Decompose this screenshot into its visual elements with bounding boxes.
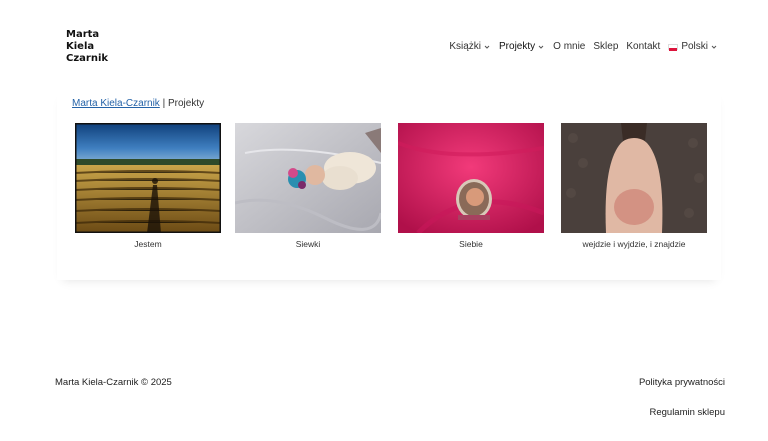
site-logo[interactable]: Marta Kiela Czarnik [66, 29, 126, 65]
project-tile[interactable]: Siebie [398, 123, 544, 249]
project-tile[interactable]: Jestem [75, 123, 221, 249]
nav-item-ksiazki[interactable]: Książki [449, 41, 491, 52]
shop-terms-link[interactable]: Regulamin sklepu [649, 407, 725, 418]
breadcrumb-home-link[interactable]: Marta Kiela-Czarnik [72, 98, 160, 109]
nav-item-o-mnie[interactable]: O mnie [553, 41, 585, 52]
mirror-pink-photo[interactable] [398, 123, 544, 233]
language-switcher[interactable]: Polski [668, 41, 718, 52]
language-label: Polski [681, 41, 708, 52]
logo-line-3: Czarnik [66, 53, 109, 64]
logo-line-1: Marta [66, 29, 100, 40]
chevron-down-icon [711, 45, 717, 49]
breadcrumb: Marta Kiela-Czarnik | Projekty [72, 98, 204, 109]
project-caption[interactable]: Siebie [398, 239, 544, 249]
nav-item-label: Kontakt [626, 41, 661, 52]
nav-item-kontakt[interactable]: Kontakt [626, 41, 660, 52]
nav-item-label: Książki [449, 41, 482, 52]
project-caption[interactable]: wejdzie i wyjdzie, i znajdzie [561, 239, 707, 249]
lying-figure-photo[interactable] [235, 123, 381, 233]
nav-item-projekty[interactable]: Projekty [499, 41, 545, 52]
nav-item-label: Projekty [499, 41, 536, 52]
field-shadow-photo[interactable] [75, 123, 221, 233]
footer-copyright: Marta Kiela-Czarnik © 2025 [55, 377, 172, 388]
back-mark-photo[interactable] [561, 123, 707, 233]
nav-item-label: O mnie [553, 41, 586, 52]
project-caption[interactable]: Jestem [75, 239, 221, 249]
breadcrumb-separator: | [162, 98, 166, 109]
nav-item-label: Sklep [593, 41, 619, 52]
privacy-policy-link[interactable]: Polityka prywatności [639, 377, 725, 388]
poland-flag-icon [668, 43, 679, 51]
project-caption[interactable]: Siewki [235, 239, 381, 249]
project-tile[interactable]: wejdzie i wyjdzie, i znajdzie [561, 123, 707, 249]
main-nav: Książki Projekty O mnie Sklep Kontakt Po… [441, 41, 718, 52]
chevron-down-icon [484, 45, 490, 49]
breadcrumb-current: Projekty [167, 98, 205, 109]
chevron-down-icon [538, 45, 544, 49]
project-tile[interactable]: Siewki [235, 123, 381, 249]
logo-line-2: Kiela [66, 41, 95, 52]
nav-item-sklep[interactable]: Sklep [593, 41, 618, 52]
